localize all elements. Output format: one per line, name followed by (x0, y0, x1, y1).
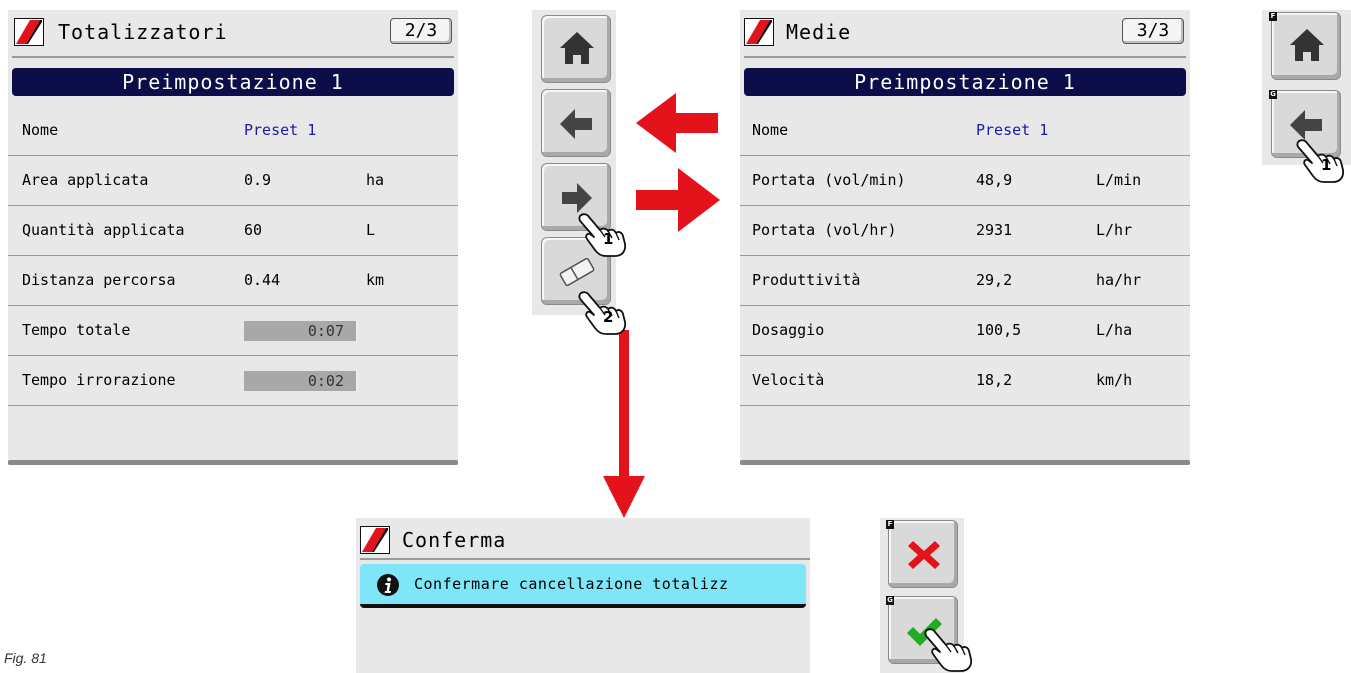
home-button[interactable] (1271, 12, 1341, 80)
row-label: Velocità (752, 371, 825, 389)
callout-1: 1 (1296, 138, 1351, 184)
row-label: Portata (vol/hr) (752, 221, 897, 239)
row-value: 48,9 (976, 171, 1013, 189)
confirm-message: Confermare cancellazione totalizz (414, 575, 729, 593)
row-divider (8, 405, 458, 406)
callout-2: 2 (578, 290, 634, 336)
data-row-quantita-applicata: Quantità applicata 60 L (8, 206, 458, 256)
callout-number: 1 (1321, 156, 1332, 174)
row-divider (740, 405, 1190, 406)
screen-bottom-edge (740, 460, 1190, 465)
screen-title: Totalizzatori (58, 20, 228, 44)
data-row-portata-vol-min: Portata (vol/min) 48,9 L/min (740, 156, 1190, 206)
arrow-left-icon (542, 90, 612, 158)
softkey-f-label: F (886, 520, 894, 529)
row-value: 0.9 (244, 171, 272, 189)
row-unit: L/min (1096, 171, 1142, 189)
data-row-area-applicata: Area applicata 0.9 ha (8, 156, 458, 206)
preset-banner: Preimpostazione 1 (744, 68, 1186, 96)
row-label: Tempo totale (22, 321, 131, 339)
figure-caption: Fig. 81 (4, 650, 47, 666)
hand-pointer-icon (924, 627, 980, 673)
row-value: 18,2 (976, 371, 1013, 389)
row-unit: ha (366, 171, 385, 189)
callout-1: 1 (578, 212, 634, 258)
row-label: Distanza percorsa (22, 271, 176, 289)
row-unit: km (366, 271, 385, 289)
data-row-nome: Nome Preset 1 (8, 106, 458, 156)
confirm-message-bar: Confermare cancellazione totalizz (360, 564, 806, 608)
screen-title: Medie (786, 20, 852, 44)
row-value: 0.44 (244, 271, 281, 289)
data-row-dosaggio: Dosaggio 100,5 L/ha (740, 306, 1190, 356)
home-icon (1272, 13, 1342, 81)
row-label: Quantità applicata (22, 221, 185, 239)
callout-number: 1 (603, 230, 614, 248)
data-row-velocita: Velocità 18,2 km/h (740, 356, 1190, 406)
row-label: Portata (vol/min) (752, 171, 906, 189)
flow-arrow-left (636, 93, 718, 153)
softkey-f-label: F (1269, 12, 1277, 21)
row-label: Produttività (752, 271, 861, 289)
brand-logo (744, 18, 774, 46)
title-divider (744, 56, 1186, 58)
data-row-nome: Nome Preset 1 (740, 106, 1190, 156)
screen-bottom-edge (8, 460, 458, 465)
title-divider (360, 558, 810, 560)
page-indicator: 2/3 (390, 18, 452, 44)
screen-title: Conferma (402, 528, 507, 552)
row-label: Tempo irrorazione (22, 371, 176, 389)
softkey-panel (532, 10, 616, 315)
back-button[interactable] (541, 89, 611, 157)
softkey-g-label: G (1269, 90, 1277, 99)
callout-number: 2 (603, 308, 614, 326)
row-unit: km/h (1096, 371, 1133, 389)
brand-logo (14, 18, 44, 46)
flow-arrow-right (636, 168, 720, 232)
title-divider (12, 56, 454, 58)
hand-pointer (924, 627, 980, 673)
data-row-distanza-percorsa: Distanza percorsa 0.44 km (8, 256, 458, 306)
data-row-produttivita: Produttività 29,2 ha/hr (740, 256, 1190, 306)
medie-screen: Medie 3/3 Preimpostazione 1 Nome Preset … (740, 10, 1190, 465)
row-value: 2931 (976, 221, 1013, 239)
row-unit: L (366, 221, 376, 239)
time-value: 0:07 (244, 321, 358, 341)
row-label: Dosaggio (752, 321, 825, 339)
row-unit: ha/hr (1096, 271, 1142, 289)
row-value: 29,2 (976, 271, 1013, 289)
preset-banner: Preimpostazione 1 (12, 68, 454, 96)
row-value: Preset 1 (244, 121, 317, 139)
row-unit: L/ha (1096, 321, 1133, 339)
cancel-button[interactable] (888, 520, 958, 588)
cross-icon (889, 521, 959, 589)
softkey-g-label: G (886, 596, 894, 605)
data-row-portata-vol-hr: Portata (vol/hr) 2931 L/hr (740, 206, 1190, 256)
flow-arrow-down (603, 330, 645, 518)
row-unit: L/hr (1096, 221, 1133, 239)
info-icon (377, 574, 399, 596)
row-value: 60 (244, 221, 263, 239)
row-label: Nome (22, 121, 59, 139)
data-row-tempo-irrorazione: Tempo irrorazione 0:02 (8, 356, 458, 406)
totalizzatori-screen: Totalizzatori 2/3 Preimpostazione 1 Nome… (8, 10, 458, 465)
home-button[interactable] (541, 15, 611, 83)
row-value: Preset 1 (976, 121, 1049, 139)
time-value: 0:02 (244, 371, 358, 391)
conferma-screen: Conferma Confermare cancellazione totali… (356, 518, 810, 673)
row-value: 100,5 (976, 321, 1022, 339)
home-icon (542, 16, 612, 84)
page-indicator: 3/3 (1122, 18, 1184, 44)
data-row-tempo-totale: Tempo totale 0:07 (8, 306, 458, 356)
row-label: Area applicata (22, 171, 149, 189)
row-label: Nome (752, 121, 789, 139)
brand-logo (360, 526, 390, 554)
